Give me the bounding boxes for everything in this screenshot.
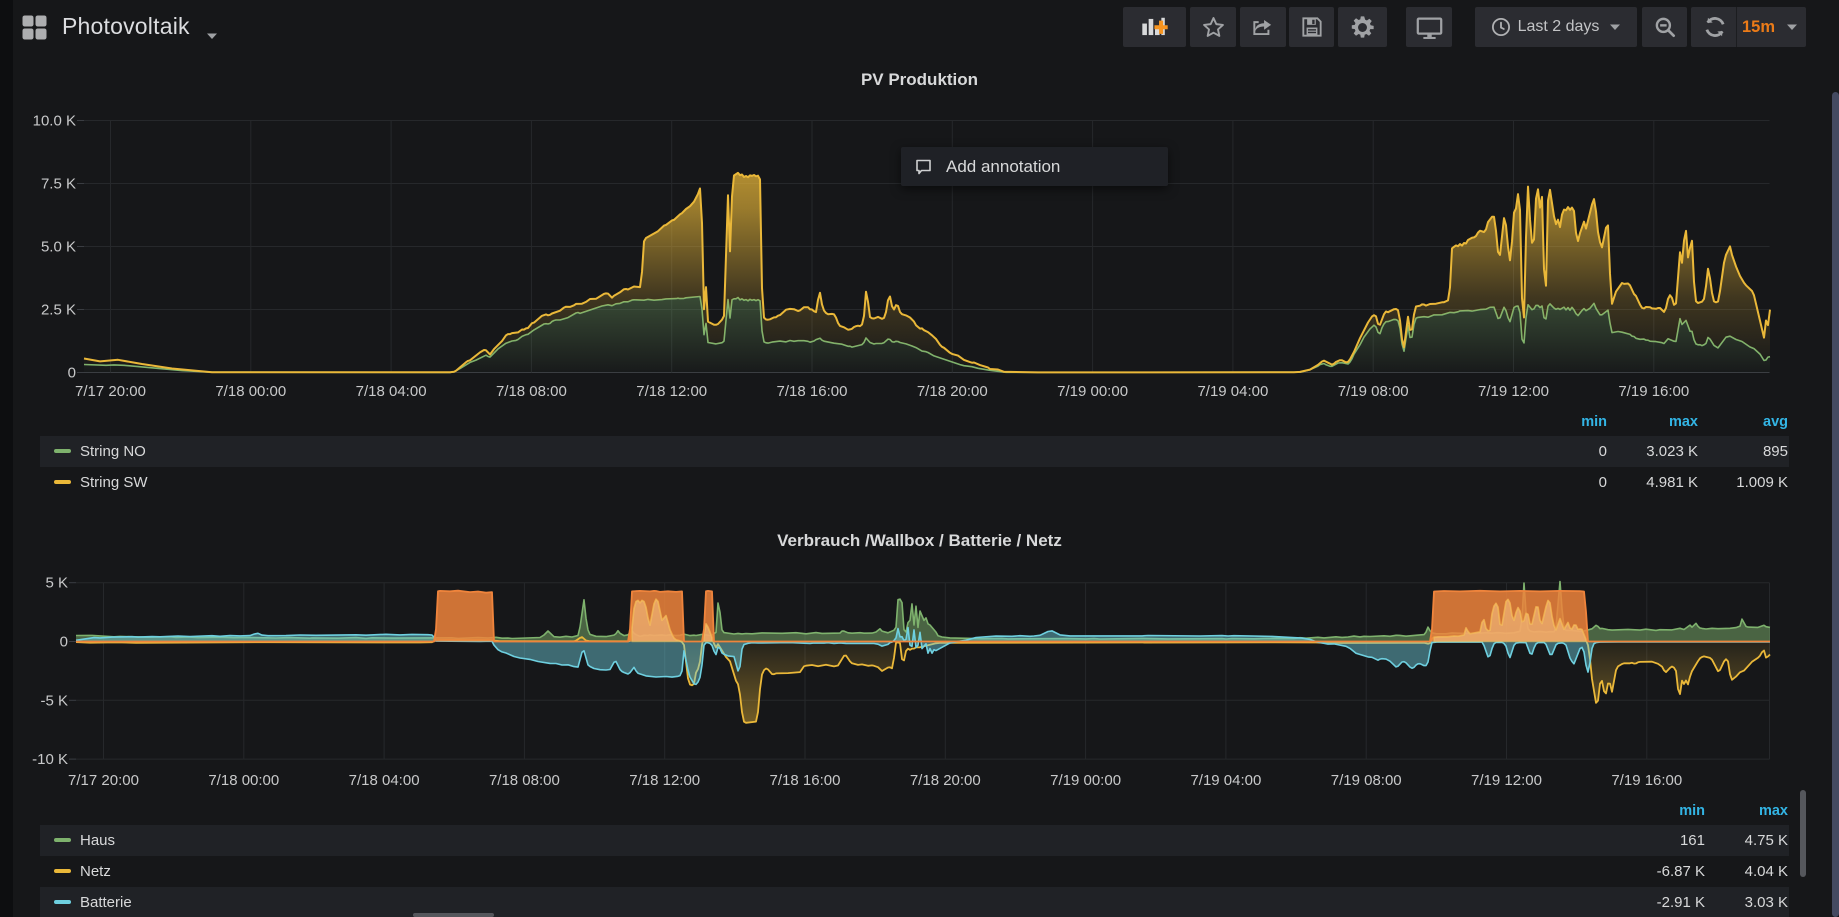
svg-text:7/18 16:00: 7/18 16:00 bbox=[770, 772, 841, 789]
svg-text:0: 0 bbox=[68, 365, 76, 382]
svg-text:7/19 16:00: 7/19 16:00 bbox=[1611, 772, 1682, 789]
svg-text:7/18 12:00: 7/18 12:00 bbox=[629, 772, 700, 789]
svg-text:7/19 00:00: 7/19 00:00 bbox=[1057, 383, 1128, 400]
svg-text:7/18 00:00: 7/18 00:00 bbox=[215, 383, 286, 400]
svg-text:7/19 16:00: 7/19 16:00 bbox=[1618, 383, 1689, 400]
svg-text:-5 K: -5 K bbox=[40, 692, 68, 709]
svg-text:7/18 08:00: 7/18 08:00 bbox=[496, 383, 567, 400]
svg-text:10.0 K: 10.0 K bbox=[33, 113, 76, 130]
svg-text:7/18 12:00: 7/18 12:00 bbox=[636, 383, 707, 400]
svg-text:7/19 04:00: 7/19 04:00 bbox=[1197, 383, 1268, 400]
svg-text:7/19 12:00: 7/19 12:00 bbox=[1471, 772, 1542, 789]
svg-text:7/19 08:00: 7/19 08:00 bbox=[1338, 383, 1409, 400]
svg-text:7.5 K: 7.5 K bbox=[41, 176, 76, 193]
svg-text:7/18 08:00: 7/18 08:00 bbox=[489, 772, 560, 789]
svg-text:7/17 20:00: 7/17 20:00 bbox=[75, 383, 146, 400]
svg-text:7/18 00:00: 7/18 00:00 bbox=[208, 772, 279, 789]
svg-text:7/18 04:00: 7/18 04:00 bbox=[349, 772, 420, 789]
svg-text:7/19 08:00: 7/19 08:00 bbox=[1331, 772, 1402, 789]
svg-text:5 K: 5 K bbox=[45, 575, 68, 592]
svg-text:7/18 16:00: 7/18 16:00 bbox=[777, 383, 848, 400]
svg-text:7/17 20:00: 7/17 20:00 bbox=[68, 772, 139, 789]
svg-text:7/18 04:00: 7/18 04:00 bbox=[356, 383, 427, 400]
svg-text:7/19 04:00: 7/19 04:00 bbox=[1190, 772, 1261, 789]
svg-text:7/19 12:00: 7/19 12:00 bbox=[1478, 383, 1549, 400]
svg-text:5.0 K: 5.0 K bbox=[41, 239, 76, 256]
svg-text:7/18 20:00: 7/18 20:00 bbox=[910, 772, 981, 789]
svg-text:7/18 20:00: 7/18 20:00 bbox=[917, 383, 988, 400]
svg-text:7/19 00:00: 7/19 00:00 bbox=[1050, 772, 1121, 789]
svg-text:2.5 K: 2.5 K bbox=[41, 302, 76, 319]
svg-text:-10 K: -10 K bbox=[32, 751, 68, 768]
svg-text:0: 0 bbox=[60, 634, 68, 651]
